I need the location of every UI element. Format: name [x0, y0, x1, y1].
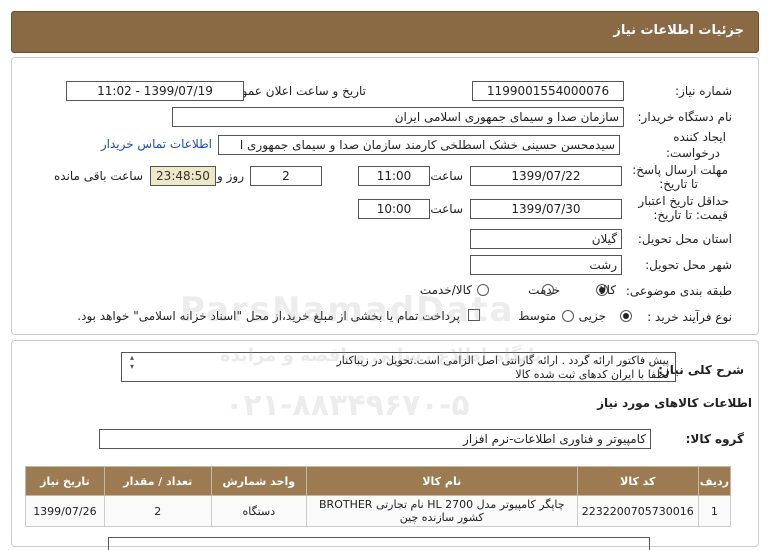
deadline-label-2: تا تاریخ: — [659, 177, 698, 191]
category-option-service: خدمت — [528, 283, 560, 297]
announce-field: 1399/07/19 - 11:02 — [66, 81, 244, 101]
contact-buyer-link[interactable]: اطلاعات تماس خریدار — [101, 137, 212, 151]
need-number-field: 1199001554000076 — [472, 81, 624, 101]
watermark-logo: ParsNamadData — [180, 290, 515, 330]
creator-label-2: درخواست: — [666, 146, 720, 160]
validity-time-label: ساعت — [430, 202, 463, 216]
province-field: گیلان — [470, 229, 622, 249]
table-row: 1 2232200705730016 چاپگر کامپیوتر مدل HL… — [25, 495, 732, 527]
buyer-field: سازمان صدا و سیمای جمهوری اسلامی ایران — [172, 107, 624, 127]
col-row: ردیف — [697, 466, 732, 496]
category-option-goods: کالا — [599, 283, 616, 297]
table-header-row: ردیف کد کالا نام کالا واحد شمارش تعداد /… — [25, 466, 732, 496]
deadline-date-field: 1399/07/22 — [470, 166, 622, 186]
cell-qty: 2 — [103, 495, 212, 527]
process-option-partial: جزیی — [578, 309, 606, 323]
creator-field: سیدمحسن حسینی خشک اسطلخی کارمند سازمان ص… — [218, 135, 620, 155]
validity-label-2: قیمت: تا تاریخ: — [653, 208, 728, 222]
buyer-label: نام دستگاه خریدار: — [637, 110, 733, 124]
page-header: جزئیات اطلاعات نیاز — [11, 11, 759, 53]
city-label: شهر محل تحویل: — [645, 258, 732, 272]
process-option-medium: متوسط — [518, 309, 556, 323]
remaining-label: ساعت باقی مانده — [53, 169, 143, 183]
cell-row: 1 — [697, 495, 732, 527]
textarea-resize-icon[interactable]: ▴ ▾ — [124, 353, 134, 381]
need-number-label: شماره نیاز: — [675, 84, 732, 98]
days-label: روز و — [217, 169, 244, 183]
cell-code: 2232200705730016 — [576, 495, 699, 527]
process-label: نوع فرآیند خرید : — [647, 310, 732, 324]
col-unit: واحد شمارش — [210, 466, 307, 496]
cell-date: 1399/07/26 — [25, 495, 105, 527]
process-radio-partial[interactable] — [620, 310, 632, 322]
validity-label-1: حداقل تاریخ اعتبار — [638, 194, 729, 208]
validity-date-field: 1399/07/30 — [470, 199, 622, 219]
group-label: گروه کالا: — [685, 432, 744, 446]
goods-table: ردیف کد کالا نام کالا واحد شمارش تعداد /… — [25, 466, 732, 527]
deadline-label-1: مهلت ارسال پاسخ: — [632, 163, 728, 177]
deadline-time-label: ساعت — [430, 169, 463, 183]
process-radio-medium[interactable] — [562, 310, 574, 322]
desc-line-2: لطفا با ایران کدهای ثبت شده کالا — [515, 368, 669, 381]
watermark-phone: ۰۲۱-۸۸۳۴۹۶۷۰-۵ — [225, 388, 470, 423]
remaining-time-field: 23:48:50 — [150, 166, 216, 186]
deadline-time-field: 11:00 — [358, 166, 430, 186]
goods-info-heading: اطلاعات کالاهای مورد نیاز — [597, 396, 752, 410]
group-field: کامپیوتر و فناوری اطلاعات-نرم افزار — [99, 429, 651, 449]
col-name: نام کالا — [305, 466, 578, 496]
col-qty: تعداد / مقدار — [103, 466, 212, 496]
col-code: کد کالا — [576, 466, 699, 496]
days-field: 2 — [250, 166, 322, 186]
cell-name: چاپگر کامپیوتر مدل HL 2700 نام تجارتی BR… — [305, 495, 578, 527]
category-label: طبقه بندی موضوعی: — [625, 284, 732, 298]
creator-label-1: ایجاد کننده — [673, 130, 726, 144]
col-date: تاریخ نیاز — [25, 466, 105, 496]
bottom-field — [108, 537, 650, 550]
watermark-subtitle: پایگاه اطلاع رسانی مناقصه و مزایده — [220, 345, 542, 366]
province-label: استان محل تحویل: — [637, 232, 732, 246]
cell-unit: دستگاه — [210, 495, 307, 527]
page-title: جزئیات اطلاعات نیاز — [613, 23, 744, 38]
validity-time-field: 10:00 — [358, 199, 430, 219]
city-field: رشت — [470, 255, 622, 275]
